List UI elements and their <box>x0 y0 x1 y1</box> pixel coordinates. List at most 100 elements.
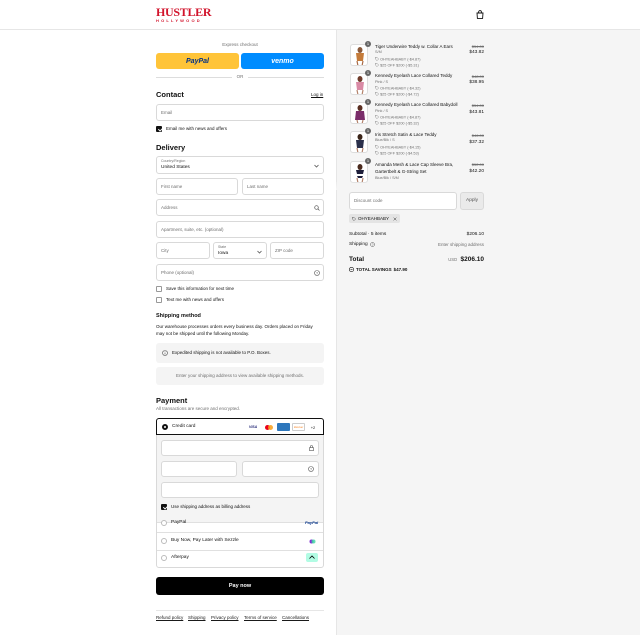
product-name: Amanda Mesh & Lace Cap Sleeve Bra, <box>375 162 454 167</box>
tag-icon <box>375 57 379 61</box>
close-icon[interactable] <box>393 216 397 221</box>
first-name-field[interactable]: First name <box>156 178 238 195</box>
news-checkbox[interactable] <box>156 126 162 132</box>
credit-card-option[interactable]: Credit card VISA discover +2 <box>156 418 324 435</box>
privacy-policy-link[interactable]: Privacy policy <box>211 615 239 620</box>
product-thumbnail <box>350 161 368 183</box>
payment-subtitle: All transactions are secure and encrypte… <box>156 406 241 411</box>
applied-code-text: OHYEAHBABY <box>358 216 390 221</box>
refund-policy-link[interactable]: Refund policy <box>156 615 183 620</box>
item-price: $38.95 <box>469 80 484 85</box>
item-price: $42.20 <box>469 169 484 174</box>
discount-line: OHYEAHBABY (-$4.15) <box>375 145 421 150</box>
country-select[interactable]: Country/Region United States <box>156 156 324 174</box>
security-code-field[interactable]: ? <box>242 461 319 477</box>
total-value: $206.10 <box>460 256 485 263</box>
cancellations-link[interactable]: Cancellations <box>282 615 309 620</box>
item-price: $43.82 <box>469 50 484 55</box>
mastercard-icon <box>263 424 275 431</box>
apartment-field[interactable]: Apartment, suite, etc. (optional) <box>156 221 324 238</box>
state-select[interactable]: State Iowa <box>213 242 267 259</box>
payment-heading: Payment <box>156 396 188 405</box>
country-value: United States <box>161 165 190 170</box>
expiration-field[interactable] <box>161 461 237 477</box>
afterpay-option-label: Afterpay <box>171 555 189 560</box>
address-placeholder: Address <box>161 205 178 210</box>
card-number-field[interactable] <box>161 440 319 456</box>
po-box-notice-text: Expedited shipping is not available to P… <box>172 350 271 355</box>
total-amount: USD $206.10 <box>420 256 484 263</box>
city-field[interactable]: City <box>156 242 210 259</box>
logo-main-text: HUSTLER <box>156 5 212 19</box>
shopping-bag-icon[interactable] <box>476 10 484 19</box>
save-info-checkbox[interactable] <box>156 286 162 292</box>
shipping-value: Enter shipping address <box>437 242 484 247</box>
help-circle-icon[interactable]: ? <box>308 466 314 472</box>
sezzle-option[interactable]: Buy Now, Pay Later with Sezzle <box>157 533 323 550</box>
original-price: $52.00 <box>471 162 484 167</box>
apply-button[interactable]: Apply <box>460 192 484 210</box>
country-label: Country/Region <box>161 159 186 163</box>
discount-line: OHYEAHBABY (-$4.32) <box>375 86 421 91</box>
discount-text: $25 OFF $200 (-$4.53) <box>380 151 419 156</box>
product-image <box>356 76 364 94</box>
product-thumbnail <box>350 102 368 124</box>
zip-placeholder: ZIP code <box>275 248 293 253</box>
shipping-policy-link[interactable]: Shipping <box>188 615 206 620</box>
sezzle-radio[interactable] <box>161 538 167 544</box>
text-me-checkbox[interactable] <box>156 297 162 303</box>
product-name-line2: Gartertbelt & G-String Set <box>375 169 427 174</box>
discover-icon: discover <box>292 423 305 431</box>
store-logo[interactable]: HUSTLER HOLLYWOOD <box>156 5 212 24</box>
address-field[interactable]: Address <box>156 199 324 216</box>
credit-card-radio[interactable] <box>162 424 168 430</box>
discount-line: $25 OFF $200 (-$4.72) <box>375 92 419 97</box>
product-thumbnail <box>350 73 368 95</box>
product-image <box>356 164 364 182</box>
product-variant: S/M <box>375 50 382 54</box>
original-price: $46.00 <box>471 133 484 138</box>
search-icon <box>314 205 320 211</box>
sezzle-option-label: Buy Now, Pay Later with Sezzle <box>171 538 239 543</box>
afterpay-radio[interactable] <box>161 555 167 561</box>
afterpay-option[interactable]: Afterpay <box>157 551 323 567</box>
email-field[interactable]: Email <box>156 104 324 121</box>
delivery-heading: Delivery <box>156 143 186 152</box>
paypal-logo: PayPal <box>305 520 319 525</box>
billing-same-checkbox[interactable] <box>161 504 167 510</box>
paypal-button-label: PayPal <box>186 57 209 65</box>
billing-same-label: Use shipping address as billing address <box>171 504 251 509</box>
venmo-express-button[interactable]: venmo <box>241 53 324 69</box>
zip-field[interactable]: ZIP code <box>270 242 324 259</box>
help-circle-icon[interactable]: ? <box>314 270 320 276</box>
state-value: Iowa <box>218 251 229 256</box>
state-label: State <box>218 245 227 249</box>
discount-text: $25 OFF $200 (-$4.72) <box>380 92 419 97</box>
phone-placeholder: Phone (optional) <box>161 270 195 275</box>
pay-now-button[interactable]: Pay now <box>156 577 324 595</box>
quantity-badge: 1 <box>365 41 371 47</box>
phone-field[interactable]: Phone (optional) ? <box>156 264 324 281</box>
product-variant: Blue/Blk / S/M <box>375 176 399 180</box>
discount-line: OHYEAHBABY (-$4.87) <box>375 57 421 62</box>
name-on-card-field[interactable] <box>161 482 319 498</box>
discount-code-field[interactable]: Discount code <box>349 192 457 210</box>
paypal-radio[interactable] <box>161 520 167 526</box>
shipping-note-line2: may not be shipped until the following M… <box>156 331 250 336</box>
paypal-option[interactable]: PayPal PayPal <box>157 515 323 532</box>
last-name-field[interactable]: Last name <box>242 178 324 195</box>
po-box-notice: Expedited shipping is not available to P… <box>156 343 324 363</box>
news-label: Email me with news and offers <box>166 126 227 131</box>
original-price: $54.00 <box>471 44 484 49</box>
tag-icon <box>375 145 379 149</box>
paypal-express-button[interactable]: PayPal <box>156 53 239 69</box>
discount-line: OHYEAHBABY (-$4.87) <box>375 115 421 120</box>
tag-icon <box>375 121 379 125</box>
help-circle-icon[interactable]: ? <box>369 242 375 247</box>
discount-line: $25 OFF $200 (-$5.32) <box>375 121 419 126</box>
visa-icon: VISA <box>249 425 258 429</box>
product-variant: Pink / S <box>375 80 389 84</box>
login-link[interactable]: Log in <box>311 92 323 97</box>
credit-card-label: Credit card <box>172 424 196 429</box>
terms-of-service-link[interactable]: Terms of service <box>244 615 277 620</box>
